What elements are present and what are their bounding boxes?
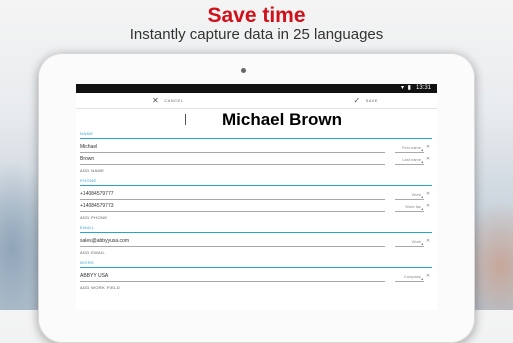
- text-cursor: [185, 114, 186, 125]
- remove-field-icon[interactable]: ✕: [424, 190, 432, 200]
- company-type[interactable]: Company: [395, 272, 424, 282]
- phone-section-label: PHONE: [80, 178, 97, 183]
- phone-input[interactable]: +14084579777: [80, 190, 385, 200]
- add-name-link[interactable]: ADD NAME: [80, 165, 432, 176]
- add-phone-link[interactable]: ADD PHONE: [80, 212, 432, 223]
- phone-row: +14084579777 Work ✕: [80, 188, 432, 200]
- remove-field-icon[interactable]: ✕: [424, 202, 432, 212]
- dropdown-icon: [421, 161, 423, 163]
- save-label: SAVE: [365, 98, 379, 103]
- dropdown-icon: [421, 208, 423, 210]
- company-input[interactable]: ABBYY USA: [80, 272, 385, 282]
- email-type[interactable]: Work: [395, 237, 424, 247]
- last-name-type[interactable]: Last name: [395, 155, 424, 165]
- phone-row: +14084579773 Work fax ✕: [80, 200, 432, 212]
- section-divider: [80, 138, 432, 139]
- contact-display-name: Michael Brown: [222, 110, 342, 129]
- dropdown-icon: [421, 278, 423, 280]
- contact-form: NAME Michael First name ✕ Brown Last nam…: [76, 131, 437, 293]
- dropdown-icon: [421, 196, 423, 198]
- dropdown-icon: [421, 243, 423, 245]
- section-divider: [80, 267, 432, 268]
- promo-headline: Save time: [207, 4, 306, 27]
- camera-dot: [241, 68, 246, 73]
- first-name-input[interactable]: Michael: [80, 143, 385, 153]
- remove-field-icon[interactable]: ✕: [424, 237, 432, 247]
- remove-field-icon[interactable]: ✕: [424, 272, 432, 282]
- promo-subline: Instantly capture data in 25 languages: [129, 26, 384, 43]
- add-work-field-link[interactable]: ADD WORK FIELD: [80, 282, 432, 293]
- last-name-row: Brown Last name ✕: [80, 153, 432, 165]
- section-divider: [80, 185, 432, 186]
- add-email-link[interactable]: ADD EMAIL: [80, 247, 432, 258]
- phone-input[interactable]: +14084579773: [80, 202, 385, 212]
- name-section-label: NAME: [80, 131, 94, 136]
- phone-type[interactable]: Work fax: [395, 202, 424, 212]
- contact-name-header: Michael Brown: [76, 109, 437, 129]
- status-bar: ▾ ▮ 13:31: [76, 84, 437, 93]
- cancel-label: CANCEL: [164, 98, 184, 103]
- email-row: sales@abbyyusa.com Work ✕: [80, 235, 432, 247]
- email-input[interactable]: sales@abbyyusa.com: [80, 237, 385, 247]
- action-bar: ✕ CANCEL ✓ SAVE: [76, 93, 437, 109]
- company-row: ABBYY USA Company ✕: [80, 270, 432, 282]
- phone-type[interactable]: Work: [395, 190, 424, 200]
- first-name-row: Michael First name ✕: [80, 141, 432, 153]
- last-name-input[interactable]: Brown: [80, 155, 385, 165]
- save-button[interactable]: ✓ SAVE: [353, 93, 378, 108]
- email-section-label: EMAIL: [80, 225, 95, 230]
- cancel-button[interactable]: ✕ CANCEL: [152, 93, 183, 108]
- close-icon: ✕: [152, 96, 160, 105]
- remove-field-icon[interactable]: ✕: [424, 155, 432, 165]
- section-divider: [80, 232, 432, 233]
- dropdown-icon: [421, 149, 423, 151]
- tablet-screen: ▾ ▮ 13:31 ✕ CANCEL ✓ SAVE Michael Brown …: [76, 84, 437, 310]
- signal-battery-icon: ▾ ▮: [401, 85, 412, 91]
- first-name-type[interactable]: First name: [395, 143, 424, 153]
- status-time: 13:31: [415, 85, 431, 91]
- remove-field-icon[interactable]: ✕: [424, 143, 432, 153]
- checkmark-icon: ✓: [353, 96, 361, 105]
- work-section-label: WORK: [80, 260, 95, 265]
